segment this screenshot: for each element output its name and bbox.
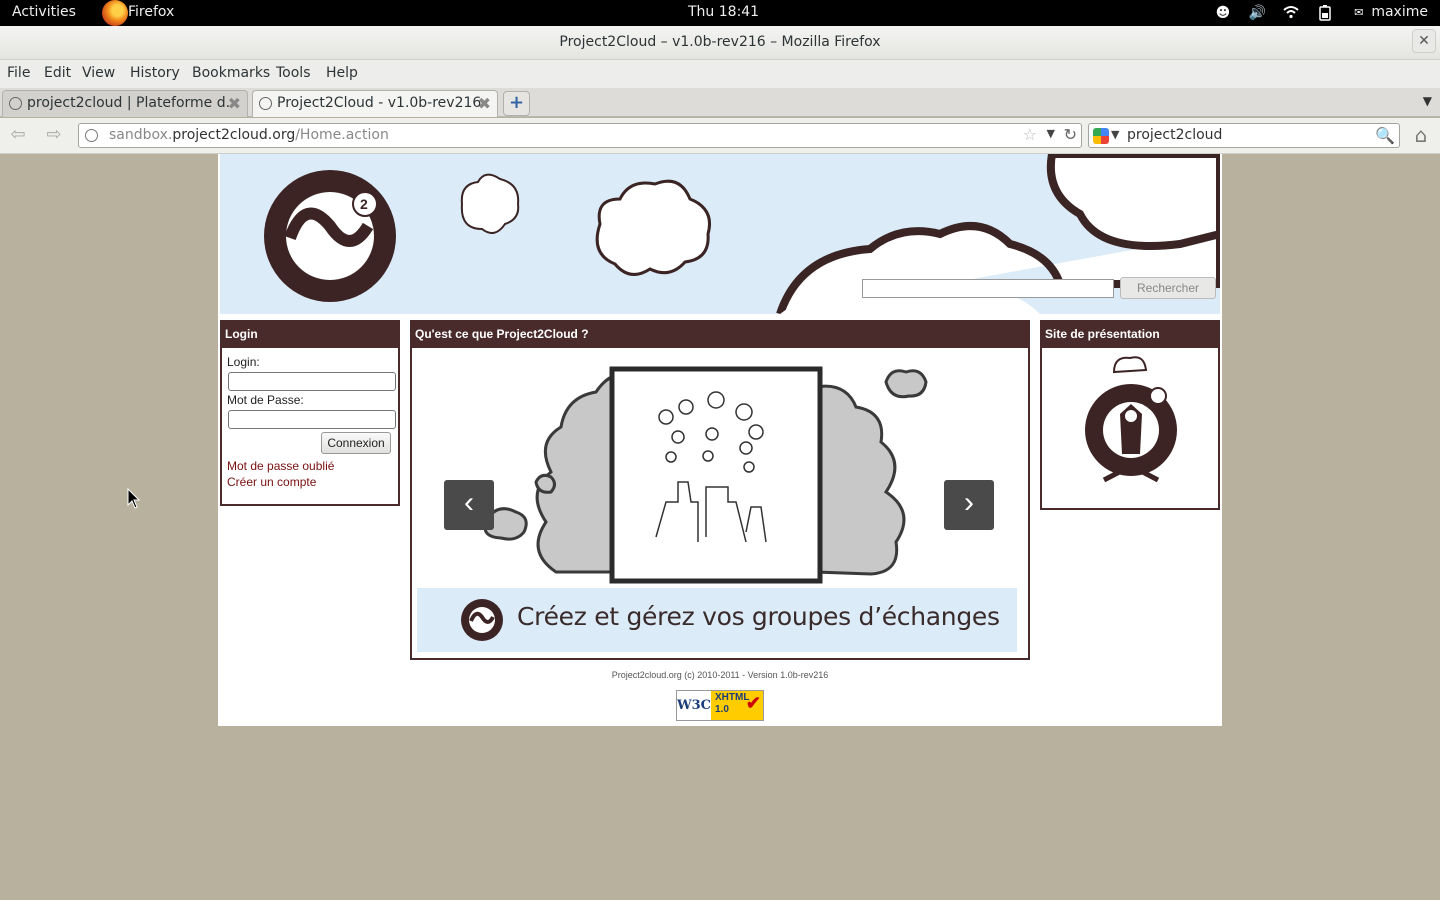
menu-file[interactable]: File [7, 65, 30, 81]
presentation-panel: Site de présentation [1040, 320, 1220, 510]
firefox-logo-icon [102, 0, 128, 26]
battery-icon[interactable] [1317, 4, 1333, 21]
back-button[interactable]: ⇦ [6, 124, 30, 148]
accessibility-icon[interactable]: ☻ [1215, 5, 1231, 21]
presentation-site-logo[interactable] [1084, 354, 1178, 494]
mouse-cursor-icon [127, 488, 141, 509]
site-banner: 2 Rechercher [220, 154, 1220, 314]
menu-edit[interactable]: Edit [44, 65, 71, 81]
slide-caption: Créez et gérez vos groupes d’échanges [417, 588, 1017, 652]
connexion-button[interactable]: Connexion [321, 432, 391, 454]
volume-icon[interactable]: 🔊 [1249, 5, 1266, 21]
forward-button[interactable]: ⇨ [42, 124, 66, 148]
w3c-logo: W3C [677, 698, 711, 713]
list-all-tabs-button[interactable]: ▼ [1423, 94, 1432, 108]
url-history-dropdown-icon[interactable]: ▼ [1047, 127, 1055, 140]
url-host: project2cloud.org [172, 127, 296, 143]
site-search-button[interactable]: Rechercher [1120, 277, 1216, 299]
slider-prev-button[interactable]: ‹ [444, 480, 494, 530]
window-close-button[interactable]: ✕ [1412, 29, 1436, 53]
plus-icon: + [508, 92, 525, 113]
tab-close-icon[interactable]: ✖ [478, 94, 491, 113]
app-menu[interactable]: Firefox [102, 0, 175, 26]
arrow-left-icon: ⇦ [10, 124, 26, 145]
wifi-icon[interactable] [1283, 5, 1299, 21]
search-bar[interactable]: ▼ project2cloud 🔍 [1088, 123, 1400, 148]
tab-project2cloud-home[interactable]: Project2Cloud - v1.0b-rev216 ✖ [252, 90, 498, 117]
app-menu-label: Firefox [128, 4, 175, 20]
menu-history[interactable]: History [130, 65, 180, 81]
tab-label: Project2Cloud - v1.0b-rev216 [277, 95, 482, 111]
intro-panel: Qu'est ce que Project2Cloud ? ‹ › Créez … [410, 320, 1030, 660]
menu-view[interactable]: View [82, 65, 115, 81]
window-title: Project2Cloud – v1.0b-rev216 – Mozilla F… [559, 34, 881, 50]
menu-bookmarks[interactable]: Bookmarks [192, 65, 270, 81]
user-name: maxime [1371, 4, 1428, 20]
url-path: /Home.action [295, 127, 389, 143]
system-tray: ☻ 🔊 ✉ maxime [1215, 4, 1428, 21]
menubar: File Edit View History Bookmarks Tools H… [0, 60, 1440, 88]
tab-bar: project2cloud | Plateforme d... ✖ Projec… [0, 88, 1440, 117]
home-icon: ⌂ [1414, 123, 1428, 147]
svg-text:2: 2 [360, 196, 368, 212]
favicon-icon [259, 97, 272, 110]
caption-logo-icon [461, 599, 503, 641]
menu-help[interactable]: Help [326, 65, 358, 81]
bookmark-star-icon[interactable]: ☆ [1023, 125, 1037, 144]
site-search-input[interactable] [862, 279, 1114, 298]
tab-label: project2cloud | Plateforme d... [27, 95, 239, 111]
engine-dropdown-icon[interactable]: ▼ [1111, 128, 1119, 141]
menu-tools[interactable]: Tools [276, 65, 311, 81]
image-slider: ‹ › [416, 352, 1022, 588]
chevron-left-icon: ‹ [464, 486, 474, 519]
favicon-icon [9, 97, 22, 110]
slider-next-button[interactable]: › [944, 480, 994, 530]
login-panel-title: Login [222, 322, 398, 348]
new-tab-button[interactable]: + [503, 91, 530, 116]
google-engine-icon[interactable] [1093, 128, 1109, 144]
url-bar[interactable]: sandbox.project2cloud.org/Home.action ☆ … [78, 123, 1082, 148]
tab-project2cloud-plateforme[interactable]: project2cloud | Plateforme d... ✖ [2, 90, 248, 117]
site-identity-icon[interactable] [85, 129, 98, 142]
user-menu[interactable]: ✉ maxime [1351, 4, 1428, 21]
w3c-xhtml-badge[interactable]: W3C XHTML 1.0 ✔ [676, 690, 764, 721]
slide-caption-text: Créez et gérez vos groupes d’échanges [517, 602, 1000, 631]
gnome-top-bar: Activities Firefox Thu 18:41 ☻ 🔊 ✉ maxim… [0, 0, 1440, 26]
url-text[interactable]: sandbox.project2cloud.org/Home.action [109, 127, 389, 143]
tab-close-icon[interactable]: ✖ [228, 94, 241, 113]
login-panel: Login Login: Mot de Passe: Connexion Mot… [220, 320, 400, 506]
create-account-link[interactable]: Créer un compte [227, 475, 316, 489]
home-button[interactable]: ⌂ [1408, 124, 1434, 148]
slide-illustration [483, 366, 928, 584]
checkmark-icon: ✔ [745, 693, 761, 713]
intro-panel-title: Qu'est ce que Project2Cloud ? [412, 322, 1028, 348]
chevron-right-icon: › [964, 486, 974, 519]
password-input[interactable] [228, 410, 396, 429]
navigation-bar: ⇦ ⇨ sandbox.project2cloud.org/Home.actio… [0, 118, 1440, 154]
web-page: 2 Rechercher Login Login: Mot de Passe: … [218, 154, 1222, 726]
chevron-down-icon: ▼ [1422, 94, 1432, 108]
search-icon[interactable]: 🔍 [1375, 126, 1395, 145]
presentation-panel-title: Site de présentation [1042, 322, 1218, 348]
clock[interactable]: Thu 18:41 [688, 4, 759, 20]
arrow-right-icon: ⇨ [46, 124, 62, 145]
project2cloud-logo[interactable]: 2 [260, 166, 400, 306]
reload-icon[interactable]: ↻ [1064, 125, 1077, 144]
login-label: Login: [227, 355, 260, 369]
window-titlebar: Project2Cloud – v1.0b-rev216 – Mozilla F… [0, 26, 1440, 60]
close-icon: ✕ [1418, 33, 1430, 49]
activities-button[interactable]: Activities [12, 4, 76, 20]
url-subdomain: sandbox. [109, 127, 173, 143]
search-input[interactable]: project2cloud [1127, 127, 1222, 143]
password-label: Mot de Passe: [227, 393, 304, 407]
forgot-password-link[interactable]: Mot de passe oublié [227, 459, 334, 473]
footer-copyright: Project2cloud.org (c) 2010-2011 - Versio… [611, 670, 829, 680]
user-status-icon: ✉ [1354, 6, 1364, 19]
login-input[interactable] [228, 372, 396, 391]
